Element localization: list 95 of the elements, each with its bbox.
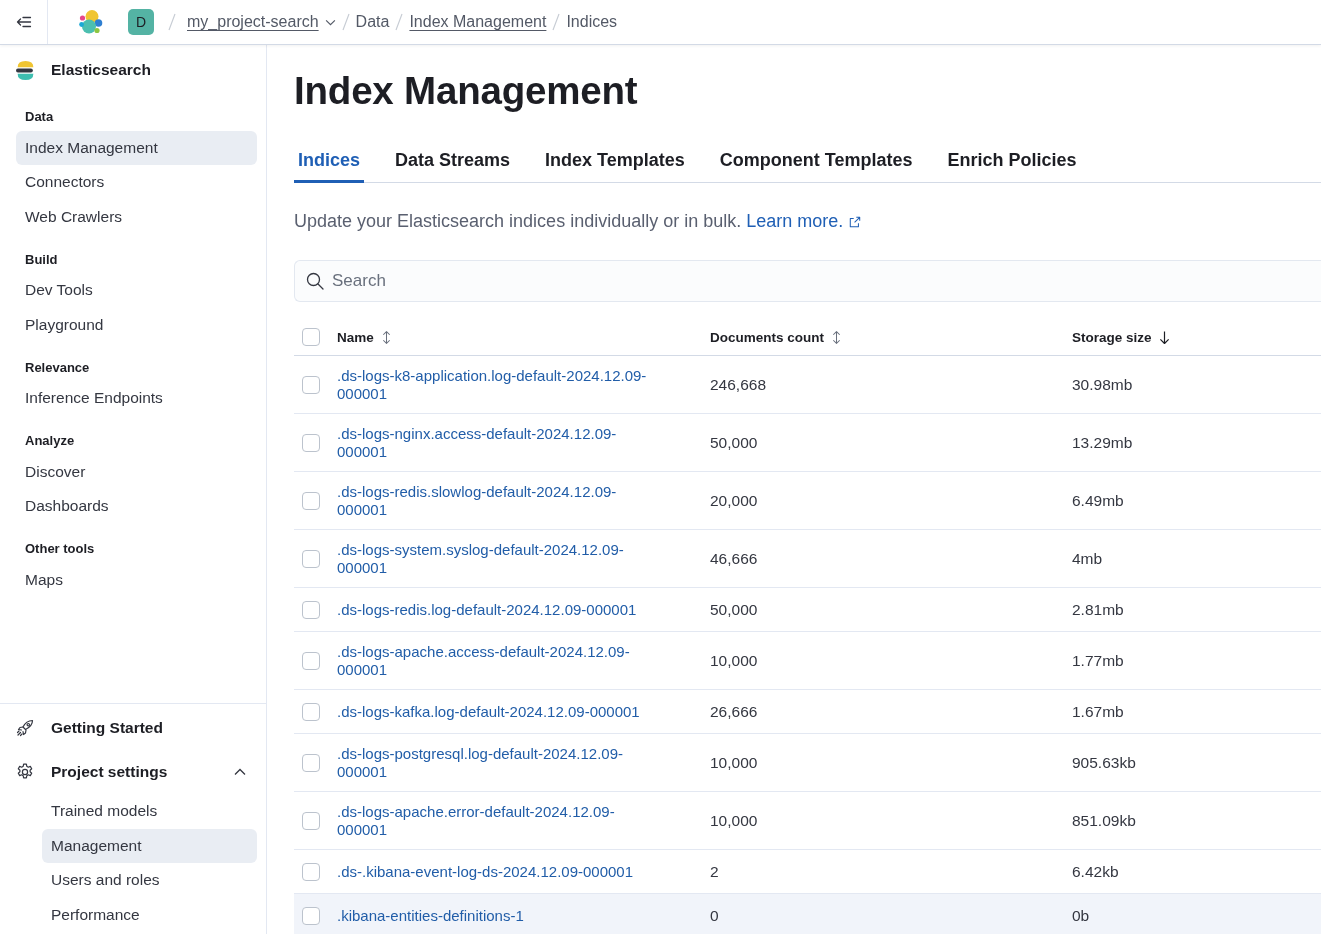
table-cell: 6.42kb — [1072, 849, 1321, 894]
avatar[interactable]: D — [128, 9, 154, 35]
index-name-link[interactable]: .ds-logs-system.syslog-default-2024.12.09-000001 — [337, 541, 662, 576]
table-cell: 0b — [1072, 893, 1321, 934]
index-name-link[interactable]: .ds-logs-nginx.access-default-2024.12.09-000001 — [337, 425, 662, 460]
search-icon — [306, 272, 324, 290]
index-name-link[interactable]: .ds-logs-redis.log-default-2024.12.09-000001 — [337, 600, 662, 619]
nav-item[interactable]: Playground — [16, 307, 257, 342]
table-cell: 10,000 — [710, 791, 1072, 850]
breadcrumb-dropdown[interactable]: my_project-search — [187, 13, 336, 31]
nav-item[interactable]: Inference Endpoints — [16, 381, 257, 416]
nav-item[interactable]: Trained models — [42, 794, 257, 829]
logo-icon[interactable] — [77, 9, 103, 35]
nav-group-heading: Relevance — [24, 358, 91, 377]
nav-group-heading: Build — [24, 250, 59, 269]
slash-icon — [168, 13, 176, 31]
index-name-link[interactable]: .kibana-entities-definitions-1 — [337, 906, 662, 925]
nav-item[interactable]: Discover — [16, 454, 257, 489]
index-name-link[interactable]: .ds-logs-redis.slowlog-default-2024.12.09-000001 — [337, 483, 662, 518]
table-cell: 46,666 — [710, 529, 1072, 588]
chevron-down-icon — [324, 18, 336, 26]
table-cell: 13.29mb — [1072, 413, 1321, 472]
breadcrumb-text: Indices — [566, 13, 618, 31]
row-checkbox[interactable] — [302, 702, 320, 721]
slash-icon — [341, 13, 350, 31]
nav-item[interactable]: Connectors — [16, 165, 257, 200]
table-cell: 30.98mb — [1072, 355, 1321, 414]
column-header[interactable]: Documents count — [710, 330, 842, 345]
table-cell: 905.63kb — [1072, 733, 1321, 792]
row-checkbox[interactable] — [302, 906, 320, 925]
table-cell: 2.81mb — [1072, 587, 1321, 632]
tab[interactable]: Enrich Policies — [943, 141, 1081, 183]
row-checkbox[interactable] — [302, 753, 320, 772]
gear-icon — [16, 763, 34, 781]
row-checkbox[interactable] — [302, 651, 320, 670]
table-cell: 50,000 — [710, 587, 1072, 632]
page-title: Index Management — [294, 68, 639, 114]
table-cell: 1.77mb — [1072, 631, 1321, 690]
external-link-icon — [849, 216, 862, 228]
search-field[interactable]: Search — [294, 260, 1321, 302]
index-name-link[interactable]: .ds-logs-postgresql.log-default-2024.12.09-000001 — [337, 745, 662, 780]
table-cell: 20,000 — [710, 471, 1072, 530]
nav-group-heading: Analyze — [24, 432, 76, 450]
nav-item[interactable]: Dev Tools — [16, 273, 257, 308]
column-header[interactable]: Name — [337, 330, 392, 345]
nav-item[interactable]: Performance — [42, 897, 257, 932]
table-cell: 10,000 — [710, 733, 1072, 792]
column-header[interactable]: Storage size — [1072, 330, 1170, 345]
table-cell: 10,000 — [710, 631, 1072, 690]
table-cell: 2 — [710, 849, 1072, 894]
nav-item[interactable]: Users and roles — [42, 863, 257, 898]
row-checkbox[interactable] — [302, 600, 320, 619]
nav-group-toggle[interactable]: Project settings — [0, 750, 266, 794]
nav-item[interactable]: Maps — [16, 562, 257, 597]
table-cell: 0 — [710, 893, 1072, 934]
tab[interactable]: Indices — [294, 141, 365, 183]
row-checkbox[interactable] — [302, 862, 320, 881]
breadcrumb-link[interactable]: Index Management — [409, 13, 547, 31]
table-cell: 246,668 — [710, 355, 1072, 414]
breadcrumb-text: Data — [355, 13, 390, 31]
table-cell: 1.67mb — [1072, 689, 1321, 734]
logo-icon — [15, 59, 36, 81]
index-name-link[interactable]: .ds-logs-k8-application.log-default-2024.12.09-000001 — [337, 367, 662, 402]
nav-group-heading: Other tools — [24, 540, 96, 558]
tab[interactable]: Data Streams — [391, 141, 515, 183]
table-cell: 851.09kb — [1072, 791, 1321, 850]
slash-icon — [552, 13, 561, 31]
nav-item[interactable]: Dashboards — [16, 489, 257, 524]
learn-more-link[interactable]: Learn more. — [746, 211, 862, 231]
nav-item[interactable]: Web Crawlers — [16, 199, 257, 234]
index-name-link[interactable]: .ds-logs-kafka.log-default-2024.12.09-000001 — [337, 702, 662, 721]
table-cell: 4mb — [1072, 529, 1321, 588]
rocket-icon — [16, 719, 34, 737]
nav-item[interactable]: Index Management — [16, 130, 257, 165]
nav-group-heading: Data — [24, 108, 55, 126]
row-checkbox[interactable] — [302, 433, 320, 452]
index-name-link[interactable]: .ds-logs-apache.access-default-2024.12.09-000001 — [337, 643, 662, 678]
row-checkbox[interactable] — [302, 491, 320, 510]
index-name-link[interactable]: .ds-logs-apache.error-default-2024.12.09-000001 — [337, 803, 662, 838]
row-checkbox[interactable] — [302, 375, 320, 394]
menu-collapse-icon — [15, 14, 32, 30]
index-name-link[interactable]: .ds-.kibana-event-log-ds-2024.12.09-000001 — [337, 862, 662, 881]
row-checkbox[interactable] — [302, 811, 320, 830]
nav-link[interactable]: Getting Started — [0, 706, 266, 750]
table-cell: 50,000 — [710, 413, 1072, 472]
table-cell: 6.49mb — [1072, 471, 1321, 530]
description-text: Update your Elasticsearch indices individually or in bulk. Learn more. — [294, 209, 1321, 233]
row-checkbox[interactable] — [302, 549, 320, 568]
tab[interactable]: Index Templates — [541, 141, 689, 183]
sidebar-title: Elasticsearch — [51, 61, 151, 79]
select-all-checkbox[interactable] — [302, 328, 320, 346]
tab[interactable]: Component Templates — [715, 141, 917, 183]
table-cell: 26,666 — [710, 689, 1072, 734]
slash-icon — [395, 13, 404, 31]
nav-item[interactable]: Management — [42, 828, 257, 863]
